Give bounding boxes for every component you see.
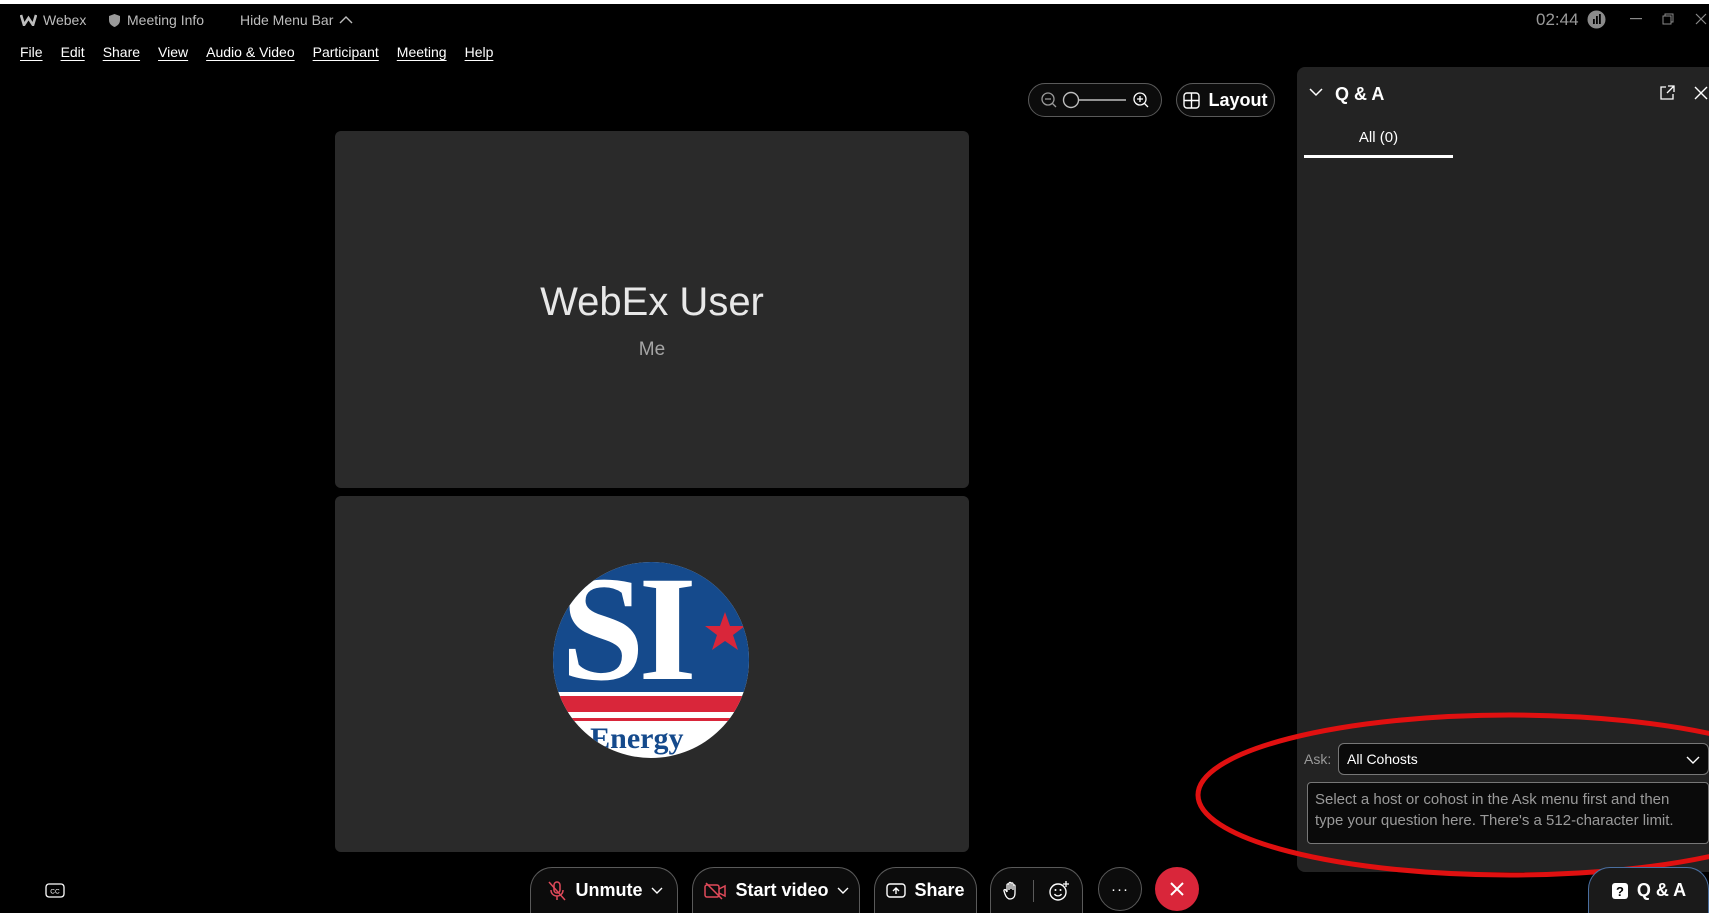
svg-text:?: ? (1616, 884, 1624, 899)
closed-captions-button[interactable]: CC (37, 876, 73, 906)
title-bar: Webex Meeting Info Hide Menu Bar 02:44 (0, 4, 1709, 40)
participant-label-me: Me (638, 339, 666, 360)
closed-captions-icon: CC (45, 883, 65, 898)
minimize-icon[interactable] (1630, 18, 1642, 20)
qa-toggle-button[interactable]: ? Q & A (1588, 867, 1709, 913)
avatar-logo-letters: SI (561, 562, 697, 712)
app-name: Webex (43, 12, 87, 28)
self-video-tile[interactable]: WebEx User Me (335, 131, 969, 488)
start-video-label: Start video (735, 880, 829, 900)
unmute-button[interactable]: Unmute (530, 867, 678, 913)
meeting-info-label: Meeting Info (127, 12, 205, 28)
participant-avatar: SI s Energy (553, 562, 749, 758)
network-health-icon[interactable] (1587, 10, 1606, 29)
menu-participant[interactable]: Participant (313, 44, 379, 66)
restore-icon[interactable] (1662, 13, 1674, 25)
annotation-ellipse (1195, 712, 1709, 878)
zoom-slider-control (1028, 83, 1162, 117)
question-mark-icon: ? (1611, 882, 1628, 899)
unmute-label: Unmute (575, 880, 643, 900)
reactions-group (990, 867, 1083, 913)
menu-bar: File Edit Share View Audio & Video Parti… (20, 44, 493, 66)
menu-view[interactable]: View (158, 44, 188, 66)
video-off-icon (704, 881, 727, 900)
menu-edit[interactable]: Edit (61, 44, 85, 66)
share-label: Share (914, 880, 965, 900)
hide-menu-bar-button[interactable]: Hide Menu Bar (240, 12, 353, 28)
menu-meeting[interactable]: Meeting (397, 44, 447, 66)
close-icon (1170, 882, 1184, 896)
muted-microphone-icon (547, 880, 566, 900)
grid-icon (1183, 91, 1201, 109)
svg-text:CC: CC (50, 889, 60, 896)
participant-name: WebEx User (540, 280, 764, 324)
pop-out-icon[interactable] (1659, 85, 1675, 101)
webex-logo-icon (20, 14, 37, 26)
avatar-logo-text: s Energy (571, 722, 684, 755)
more-icon: ··· (1111, 880, 1129, 898)
share-button[interactable]: Share (874, 867, 977, 913)
more-options-button[interactable]: ··· (1098, 867, 1142, 911)
close-panel-icon[interactable] (1694, 86, 1708, 100)
raise-hand-icon[interactable] (1003, 881, 1019, 901)
chevron-down-icon[interactable] (1309, 87, 1323, 97)
zoom-out-icon[interactable] (1040, 91, 1058, 109)
chevron-down-icon[interactable] (837, 887, 849, 895)
chevron-up-icon (339, 16, 353, 24)
shield-icon (109, 13, 120, 27)
qa-toggle-label: Q & A (1636, 880, 1687, 900)
webex-app-label[interactable]: Webex (20, 12, 86, 28)
layout-label: Layout (1208, 89, 1268, 110)
meeting-info-button[interactable]: Meeting Info (108, 12, 204, 28)
leave-meeting-button[interactable] (1155, 867, 1199, 911)
share-screen-icon (886, 882, 907, 898)
layout-button[interactable]: Layout (1176, 83, 1275, 117)
meeting-time: 02:44 (1536, 10, 1579, 29)
menu-audio-video[interactable]: Audio & Video (206, 44, 294, 66)
zoom-in-icon[interactable] (1132, 91, 1150, 109)
zoom-slider[interactable] (1062, 90, 1128, 110)
menu-share[interactable]: Share (103, 44, 140, 66)
hide-menu-bar-label: Hide Menu Bar (240, 12, 334, 28)
divider (1033, 879, 1034, 902)
chevron-down-icon[interactable] (651, 887, 663, 895)
star-icon (705, 612, 745, 650)
menu-help[interactable]: Help (465, 44, 494, 66)
qa-panel-title: Q & A (1335, 84, 1385, 104)
emoji-reaction-icon[interactable] (1048, 880, 1070, 902)
start-video-button[interactable]: Start video (692, 867, 860, 913)
participant-video-tile[interactable]: SI s Energy (335, 496, 969, 852)
menu-file[interactable]: File (20, 44, 43, 66)
tab-all[interactable]: All (0) (1304, 123, 1453, 158)
close-window-icon[interactable] (1695, 13, 1707, 25)
